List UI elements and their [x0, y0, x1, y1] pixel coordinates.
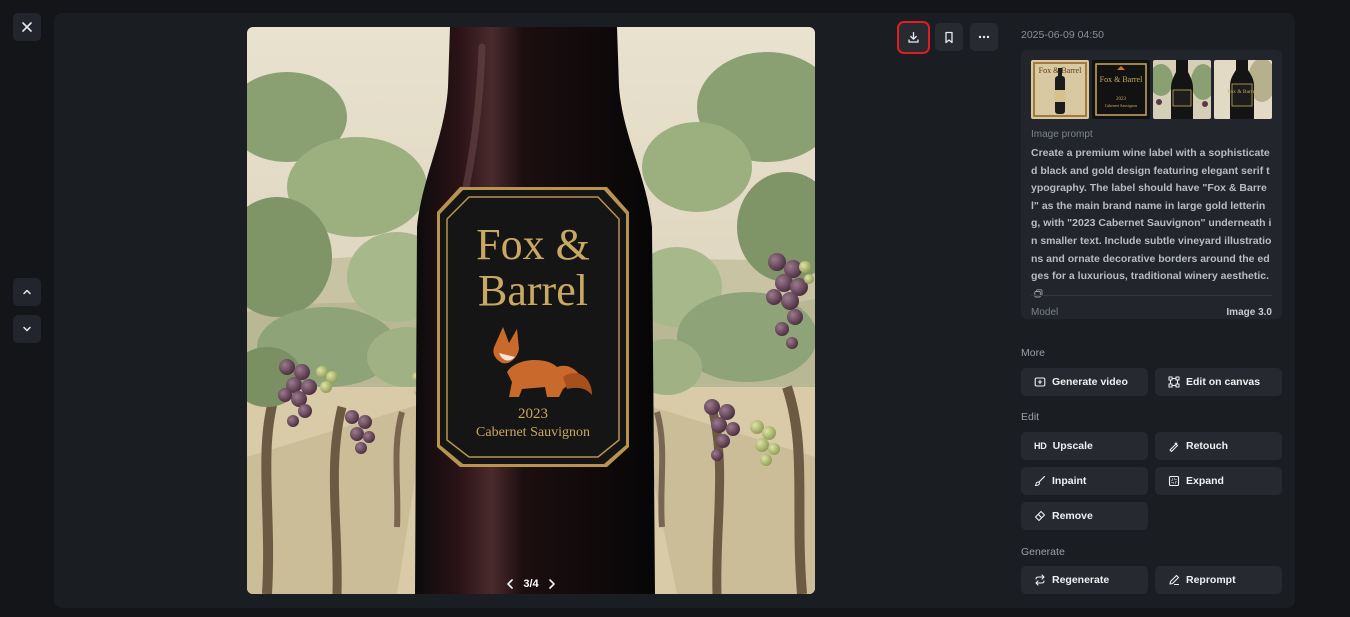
remove-button[interactable]: Remove: [1021, 502, 1148, 530]
reprompt-label: Reprompt: [1186, 574, 1236, 586]
chevron-down-icon: [23, 326, 31, 332]
retouch-icon: [1169, 441, 1179, 452]
svg-text:Fox & Barrel: Fox & Barrel: [1227, 89, 1257, 95]
card-divider: [1031, 295, 1272, 296]
close-button[interactable]: [13, 13, 41, 41]
edit-on-canvas-button[interactable]: Edit on canvas: [1155, 368, 1282, 396]
prompt-label: Image prompt: [1031, 129, 1093, 140]
upscale-button[interactable]: HD Upscale: [1021, 432, 1148, 460]
label-year: 2023: [518, 406, 548, 422]
label-brand-line2: Barrel: [478, 266, 588, 315]
close-icon: [22, 22, 32, 32]
pencil-icon: [1169, 574, 1180, 586]
pager-count: 3/4: [523, 578, 539, 590]
canvas-icon: [1168, 376, 1180, 388]
copy-icon[interactable]: [1034, 289, 1043, 298]
thumbnail-1[interactable]: Fox & Barrel: [1031, 60, 1089, 119]
label-brand-line1: Fox &: [476, 220, 590, 269]
label-variety: Cabernet Sauvignon: [476, 425, 590, 440]
wine-bottle-illustration: Fox & Barrel 2023 Cabernet Sauvignon: [247, 27, 815, 594]
more-options-button[interactable]: [970, 23, 998, 51]
brush-icon: [1034, 475, 1046, 487]
prompt-text-body: Create a premium wine label with a sophi…: [1031, 147, 1272, 283]
chevron-left-icon[interactable]: [505, 578, 515, 590]
more-icon: [978, 35, 990, 39]
thumbnail-strip: Fox & Barrel Fox & Barrel 2023 Cabernet …: [1031, 60, 1272, 119]
thumbnail-2[interactable]: Fox & Barrel 2023 Cabernet Sauvignon: [1092, 60, 1150, 119]
remove-label: Remove: [1052, 510, 1093, 522]
bookmark-icon: [945, 31, 953, 43]
section-title-generate: Generate: [1021, 546, 1065, 558]
svg-text:Fox & Barrel: Fox & Barrel: [1039, 66, 1082, 75]
next-image-button[interactable]: [13, 315, 41, 343]
inpaint-button[interactable]: Inpaint: [1021, 467, 1148, 495]
edit-on-canvas-label: Edit on canvas: [1186, 376, 1261, 388]
thumbnail-3[interactable]: [1153, 60, 1211, 119]
chevron-up-icon: [23, 289, 31, 295]
svg-text:Cabernet Sauvignon: Cabernet Sauvignon: [1105, 103, 1138, 108]
model-value: Image 3.0: [1226, 307, 1272, 318]
retouch-label: Retouch: [1186, 440, 1228, 452]
chevron-right-icon[interactable]: [547, 578, 557, 590]
prompt-details-card: Fox & Barrel Fox & Barrel 2023 Cabernet …: [1021, 50, 1282, 319]
generate-video-button[interactable]: Generate video: [1021, 368, 1148, 396]
generation-timestamp: 2025-06-09 04:50: [1021, 29, 1104, 41]
generated-image[interactable]: Fox & Barrel 2023 Cabernet Sauvignon 3/4: [247, 27, 815, 594]
svg-text:Fox & Barrel: Fox & Barrel: [1100, 75, 1143, 84]
expand-icon: [1168, 475, 1180, 487]
upscale-label: Upscale: [1052, 440, 1093, 452]
expand-button[interactable]: Expand: [1155, 467, 1282, 495]
video-plus-icon: [1034, 377, 1046, 387]
generate-video-label: Generate video: [1052, 376, 1128, 388]
regenerate-button[interactable]: Regenerate: [1021, 566, 1148, 594]
model-label: Model: [1031, 307, 1059, 318]
model-row: Model Image 3.0: [1031, 307, 1272, 318]
previous-image-button[interactable]: [13, 278, 41, 306]
hd-icon: HD: [1034, 441, 1047, 451]
retouch-button[interactable]: Retouch: [1155, 432, 1282, 460]
image-pager: 3/4: [247, 576, 815, 592]
regenerate-icon: [1035, 574, 1045, 586]
download-button[interactable]: [897, 21, 930, 54]
section-title-edit: Edit: [1021, 411, 1040, 423]
eraser-icon: [1034, 510, 1046, 522]
reprompt-button[interactable]: Reprompt: [1155, 566, 1282, 594]
section-title-more: More: [1021, 347, 1045, 359]
regenerate-label: Regenerate: [1052, 574, 1110, 586]
download-icon: [908, 31, 919, 43]
thumbnail-4[interactable]: Fox & Barrel: [1214, 60, 1272, 119]
bookmark-button[interactable]: [935, 23, 963, 51]
inpaint-label: Inpaint: [1052, 475, 1087, 487]
svg-text:2023: 2023: [1116, 97, 1127, 102]
expand-label: Expand: [1186, 475, 1224, 487]
prompt-text[interactable]: Create a premium wine label with a sophi…: [1031, 145, 1274, 303]
